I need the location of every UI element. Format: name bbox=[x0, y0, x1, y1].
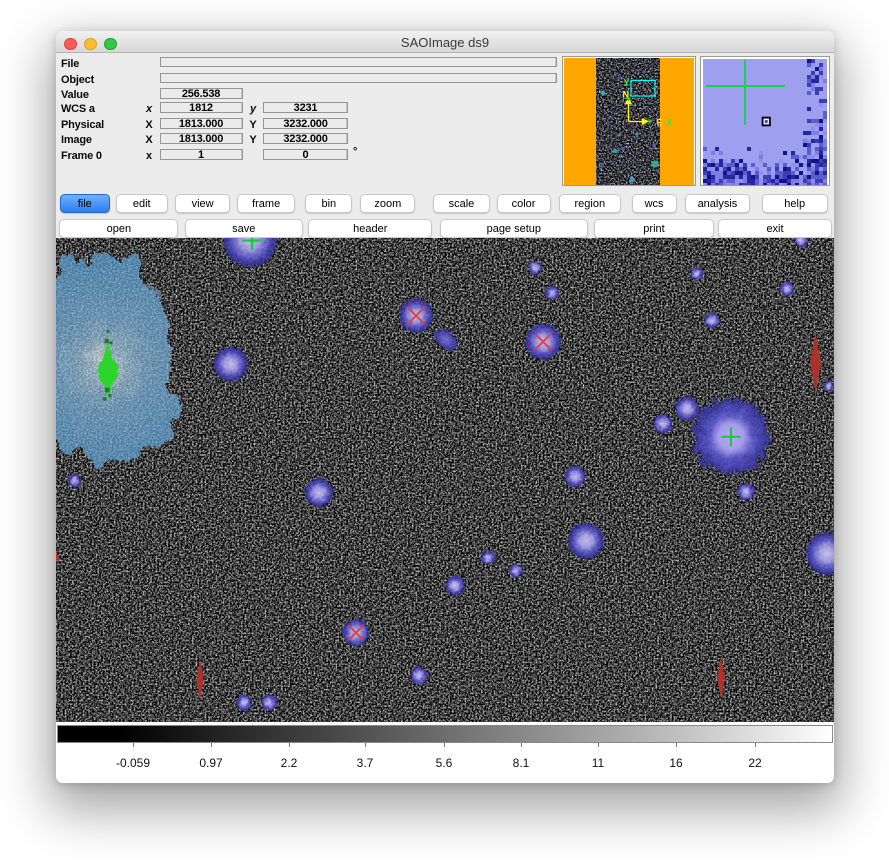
svg-text:X: X bbox=[666, 118, 672, 128]
svg-text:N: N bbox=[623, 90, 630, 100]
svg-text:E: E bbox=[657, 118, 663, 128]
svg-text:Y: Y bbox=[624, 78, 630, 88]
